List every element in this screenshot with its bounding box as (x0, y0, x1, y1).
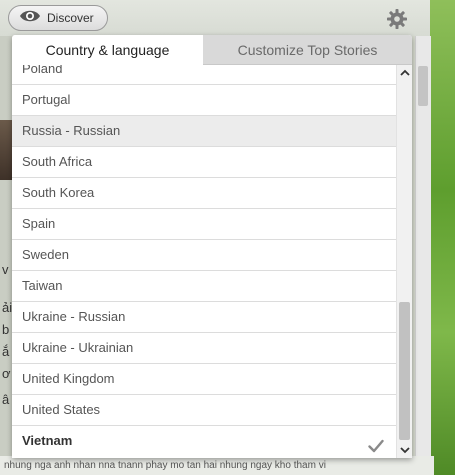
country-language-dialog: Country & language Customize Top Stories… (12, 35, 412, 458)
background-text-fragment: ải (2, 300, 13, 315)
background-text-fragment: v (2, 262, 9, 277)
checkmark-icon (368, 434, 384, 453)
dialog-scrollbar[interactable] (396, 65, 412, 458)
background-text-fragment: ắ (2, 344, 10, 359)
list-item-vietnam[interactable]: Vietnam (12, 426, 396, 457)
background-text-fragment: â (2, 392, 10, 407)
tab-customize-top-stories[interactable]: Customize Top Stories (203, 35, 412, 65)
page-scrollbar[interactable] (415, 36, 431, 456)
list-item-spain[interactable]: Spain (12, 209, 396, 240)
country-list: Poland Portugal Russia - Russian South A… (12, 65, 396, 458)
gear-icon[interactable] (386, 8, 408, 30)
chevron-down-icon[interactable] (397, 442, 412, 458)
discover-label: Discover (47, 11, 94, 25)
dialog-scrollbar-thumb[interactable] (399, 302, 410, 440)
list-item-label: Vietnam (22, 433, 73, 448)
background-photo (430, 0, 455, 475)
list-item-sweden[interactable]: Sweden (12, 240, 396, 271)
tab-country-language[interactable]: Country & language (12, 35, 203, 65)
list-item-united-states[interactable]: United States (12, 395, 396, 426)
background-text-fragment: ơ (2, 366, 11, 381)
list-item-south-africa[interactable]: South Africa (12, 147, 396, 178)
chevron-up-icon[interactable] (397, 65, 412, 81)
list-item-russia-russian[interactable]: Russia - Russian (12, 116, 396, 147)
list-item-portugal[interactable]: Portugal (12, 85, 396, 116)
dialog-tabs: Country & language Customize Top Stories (12, 35, 412, 65)
eye-icon (19, 9, 41, 28)
list-item-united-kingdom[interactable]: United Kingdom (12, 364, 396, 395)
list-item-south-korea[interactable]: South Korea (12, 178, 396, 209)
list-item-taiwan[interactable]: Taiwan (12, 271, 396, 302)
list-item-poland[interactable]: Poland (12, 65, 396, 85)
background-bottom-text: nhung nga anh nhan nna tnann phay mo tan… (0, 456, 434, 475)
page-scrollbar-thumb[interactable] (418, 66, 428, 106)
background-text-fragment: b (2, 322, 10, 337)
discover-button[interactable]: Discover (8, 5, 108, 31)
list-item-ukraine-russian[interactable]: Ukraine - Russian (12, 302, 396, 333)
list-item-ukraine-ukrainian[interactable]: Ukraine - Ukrainian (12, 333, 396, 364)
